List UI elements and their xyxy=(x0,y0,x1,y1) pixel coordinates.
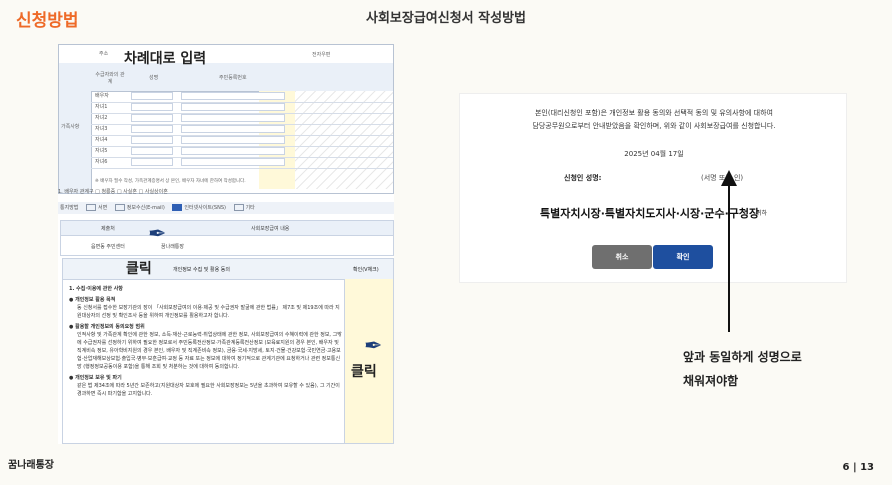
family-name-input[interactable] xyxy=(131,114,173,122)
family-name-input[interactable] xyxy=(131,103,173,111)
consent-item-title: ● 개인정보 활용 목적 xyxy=(69,297,116,303)
family-row-label: 자녀6 xyxy=(95,159,108,165)
receive-option-checkbox[interactable] xyxy=(86,204,96,211)
pen-icon: ✒ xyxy=(148,222,167,247)
family-row-label: 배우자 xyxy=(95,93,109,99)
dialog-text-line1: 본인(대리신청인 포함)은 개인정보 활용 동의와 선택적 동의 및 유의사항에… xyxy=(534,109,773,117)
receive-option-checkbox[interactable] xyxy=(233,204,244,211)
service-header-content: 사회보장급여 내용 xyxy=(251,226,290,232)
family-rrn-input[interactable] xyxy=(181,158,285,166)
consent-item-text: 인적사항 및 가족관계 확인에 관한 정보, 소득·재산·근로능력·취업상태에 … xyxy=(77,332,342,370)
confirm-button[interactable]: 확인 xyxy=(653,245,713,269)
instruction-note-line2: 채워져야함 xyxy=(683,374,739,388)
family-name-input[interactable] xyxy=(131,125,173,133)
receive-method-row: 통지방법 서면 정보수신(E-mail) 인터넷사이트(SNS) 기타 xyxy=(58,202,394,214)
marital-text: 1. 배우자 관계구 □ 청룡증 □ 사실혼 □ 사실상이혼 xyxy=(58,189,168,195)
receive-option-label: 정보수신(E-mail) xyxy=(126,205,165,211)
family-rrn-input[interactable] xyxy=(181,92,285,100)
receive-option-label: 인터넷사이트(SNS) xyxy=(184,205,226,211)
rrn-header: 주민등록번호 xyxy=(219,75,247,81)
receive-option-label: 서면 xyxy=(98,205,108,211)
family-row-label: 자녀2 xyxy=(95,115,108,121)
receive-option-checkbox-checked[interactable] xyxy=(172,204,183,211)
receive-method-label: 통지방법 xyxy=(60,205,79,211)
consent-confirm-header: 확인(V체크) xyxy=(353,267,379,273)
family-rrn-input[interactable] xyxy=(181,147,285,155)
consent-section-title: 1. 수집·이용에 관한 사항 xyxy=(69,286,123,292)
family-rrn-input[interactable] xyxy=(181,103,285,111)
family-name-input[interactable] xyxy=(131,147,173,155)
family-row-label: 자녀1 xyxy=(95,104,108,110)
form-screenshot: 주소 전자우편 가족사항 수급자와의 관계 성명 주민등록번호 배우자 자녀1 … xyxy=(58,44,394,444)
sign-label: 신청인 성명: xyxy=(564,174,602,182)
family-section-label: 가족사항 xyxy=(61,124,80,130)
family-name-input[interactable] xyxy=(131,136,173,144)
dialog-date: 2025년 04월 17일 xyxy=(624,150,684,158)
service-header-submit: 제출처 xyxy=(101,226,115,232)
confirm-dialog: 본인(대리신청인 포함)은 개인정보 활용 동의와 선택적 동의 및 유의사항에… xyxy=(459,93,847,283)
family-section-label-cell: 가족사항 xyxy=(59,63,92,193)
addressee-suffix: 귀하 xyxy=(756,210,768,217)
page-number: 6 | 13 xyxy=(842,462,875,473)
family-table: 주소 전자우편 가족사항 수급자와의 관계 성명 주민등록번호 배우자 자녀1 … xyxy=(58,44,394,194)
family-rrn-input[interactable] xyxy=(181,136,285,144)
service-table-header: 제출처 사회보장급여 내용 xyxy=(61,221,393,236)
receive-option-label: 기타 xyxy=(245,205,255,211)
annotation-click-1: 클릭 xyxy=(126,261,152,277)
family-note: ※ 배우자 필수 작성, 가족관계증명서 상 본인, 배우자 자녀에 한하여 작… xyxy=(95,179,246,184)
relation-header: 수급자와의 관계 xyxy=(95,72,125,85)
family-row-label: 자녀4 xyxy=(95,137,108,143)
service-submit-cell: 읍면동 주민센터 xyxy=(91,244,125,250)
family-rrn-input[interactable] xyxy=(181,114,285,122)
consent-item-title: ● 활용할 개인정보의 동의요청 범위 xyxy=(69,324,145,330)
pen-icon: ✒ xyxy=(364,334,383,359)
receive-option-checkbox[interactable] xyxy=(114,204,125,211)
family-name-input[interactable] xyxy=(131,158,173,166)
cancel-button[interactable]: 취소 xyxy=(592,245,652,269)
family-row: 자녀6 xyxy=(91,157,393,169)
family-name-input[interactable] xyxy=(131,92,173,100)
addressee: 특별자치시장·특별자치도지사·시장·군수·구청장 xyxy=(540,207,760,220)
email-label: 전자우편 xyxy=(312,52,331,58)
family-row-label: 자녀3 xyxy=(95,126,108,132)
page-title: 사회보장급여신청서 작성방법 xyxy=(365,11,526,26)
name-header: 성명 xyxy=(149,75,159,81)
consent-body: 1. 수집·이용에 관한 사항 ● 개인정보 활용 목적 동 신청서를 접수한 … xyxy=(69,285,343,401)
marital-line: 1. 배우자 관계구 □ 청룡증 □ 사실혼 □ 사실상이혼 xyxy=(58,188,394,198)
family-row-label: 자녀5 xyxy=(95,148,108,154)
consent-item-title: ● 개인정보 보유 및 파기 xyxy=(69,375,122,381)
consent-box: 개인정보 수집 및 활용 동의 확인(V체크) 1. 수집·이용에 관한 사항 … xyxy=(62,258,394,444)
footer-brand: 꿈나래통장 xyxy=(8,460,54,471)
consent-item-text: 동 신청서를 접수한 보장기관의 장이 「사회보장급여의 이용·제공 및 수급권… xyxy=(77,305,340,319)
arrow-line xyxy=(728,184,730,332)
instruction-note-line1: 앞과 동일하게 성명으로 xyxy=(683,350,802,364)
consent-title: 개인정보 수집 및 활용 동의 xyxy=(173,267,230,273)
annotation-click-2: 클릭 xyxy=(351,364,377,380)
consent-header: 개인정보 수집 및 활용 동의 확인(V체크) xyxy=(63,259,393,280)
annotation-order-input: 차례대로 입력 xyxy=(124,51,207,67)
dialog-text-line2: 담당공무원으로부터 안내받았음을 확인하며, 위와 같이 사회보장급여를 신청합… xyxy=(532,122,776,130)
instruction-note: 앞과 동일하게 성명으로 채워져야함 xyxy=(683,345,802,393)
service-table: 제출처 사회보장급여 내용 읍면동 주민센터 꿈나래통장 xyxy=(60,220,394,256)
family-rrn-input[interactable] xyxy=(181,125,285,133)
address-label: 주소 xyxy=(99,51,109,57)
consent-item-text: 같은 법 제34조에 따라 5년간 보존하고(지원대상자 보호에 필요한 사회보… xyxy=(77,383,340,397)
